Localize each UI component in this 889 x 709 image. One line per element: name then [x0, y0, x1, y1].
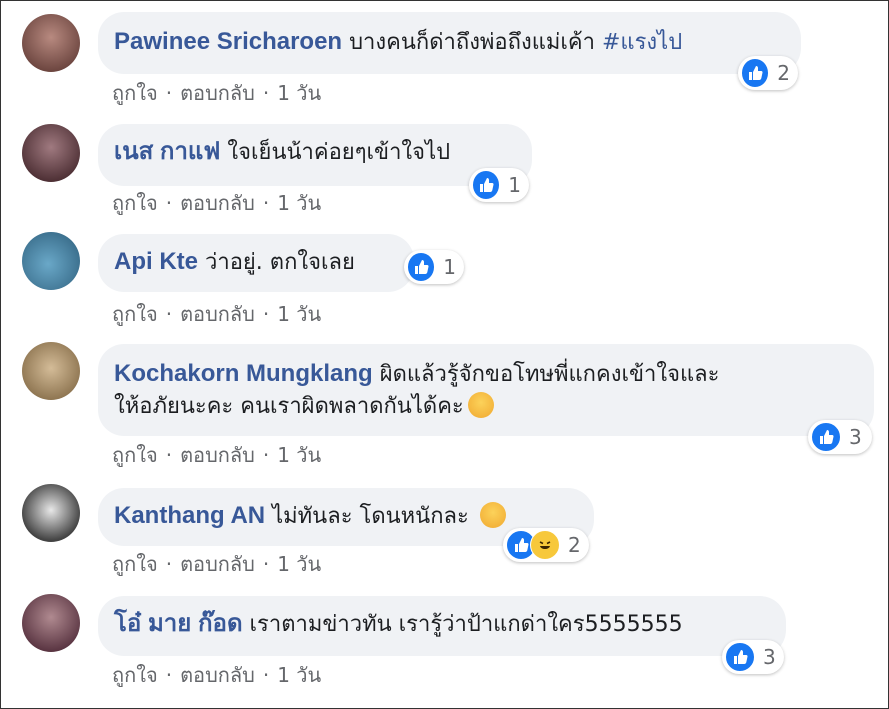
reaction-count: 1	[443, 255, 456, 279]
reaction-summary[interactable]: 3	[808, 420, 872, 454]
comment-text-line2: ให้อภัยนะคะ คนเราผิดพลาดกันได้คะ	[114, 394, 464, 419]
like-link[interactable]: ถูกใจ	[112, 298, 158, 330]
reaction-summary[interactable]: 2	[738, 56, 798, 90]
comment-text: เราตามข่าวทัน เรารู้ว่าป้าแกด่าใคร555555…	[249, 612, 683, 637]
reaction-summary[interactable]: 3	[722, 640, 784, 674]
timestamp-link[interactable]: 1 วัน	[277, 187, 321, 219]
comment-text: บางคนก็ด่าถึงพ่อถึงแม่เค้า	[349, 30, 602, 55]
like-link[interactable]: ถูกใจ	[112, 439, 158, 471]
avatar[interactable]	[22, 14, 80, 72]
like-icon	[472, 170, 501, 200]
grinning-face-icon	[479, 502, 506, 528]
comment-author[interactable]: โอ๋ มาย ก๊อด	[114, 610, 243, 637]
like-link[interactable]: ถูกใจ	[112, 659, 158, 691]
avatar[interactable]	[22, 232, 80, 290]
reaction-count: 3	[763, 645, 776, 669]
avatar[interactable]	[22, 484, 80, 542]
separator: ·	[165, 663, 173, 687]
haha-icon	[530, 530, 560, 560]
reply-link[interactable]: ตอบกลับ	[180, 298, 255, 330]
separator: ·	[262, 552, 270, 576]
reaction-count: 2	[568, 533, 581, 557]
reply-link[interactable]: ตอบกลับ	[180, 439, 255, 471]
reply-link[interactable]: ตอบกลับ	[180, 77, 255, 109]
reaction-count: 1	[508, 173, 521, 197]
comment-actions: ถูกใจ · ตอบกลับ · 1 วัน	[112, 77, 321, 109]
reaction-summary[interactable]: 2	[503, 528, 589, 562]
separator: ·	[262, 443, 270, 467]
timestamp-link[interactable]: 1 วัน	[277, 548, 321, 580]
hashtag-link[interactable]: #แรงไป	[602, 30, 682, 55]
reply-link[interactable]: ตอบกลับ	[180, 659, 255, 691]
comment-author[interactable]: Kochakorn Mungklang	[114, 360, 373, 387]
comment-bubble: Pawinee Sricharoen บางคนก็ด่าถึงพ่อถึงแม…	[98, 12, 801, 74]
timestamp-link[interactable]: 1 วัน	[277, 659, 321, 691]
separator: ·	[165, 81, 173, 105]
separator: ·	[262, 663, 270, 687]
comment-author[interactable]: Pawinee Sricharoen	[114, 28, 342, 55]
timestamp-link[interactable]: 1 วัน	[277, 439, 321, 471]
like-icon	[811, 422, 841, 452]
comment-bubble: เนส กาแฟ ใจเย็นน้าค่อยๆเข้าใจไป	[98, 124, 532, 186]
reaction-count: 3	[849, 425, 862, 449]
comment-text-line1: ผิดแล้วรู้จักขอโทษพี่แกคงเข้าใจและ	[379, 362, 720, 387]
separator: ·	[165, 191, 173, 215]
reply-link[interactable]: ตอบกลับ	[180, 548, 255, 580]
comment-author[interactable]: Kanthang AN	[114, 502, 265, 529]
smiling-face-icon	[467, 392, 494, 418]
like-link[interactable]: ถูกใจ	[112, 548, 158, 580]
comment-bubble: โอ๋ มาย ก๊อด เราตามข่าวทัน เรารู้ว่าป้าแ…	[98, 596, 786, 656]
like-link[interactable]: ถูกใจ	[112, 77, 158, 109]
separator: ·	[165, 443, 173, 467]
timestamp-link[interactable]: 1 วัน	[277, 77, 321, 109]
avatar[interactable]	[22, 342, 80, 400]
avatar[interactable]	[22, 594, 80, 652]
separator: ·	[262, 81, 270, 105]
like-link[interactable]: ถูกใจ	[112, 187, 158, 219]
comment-actions: ถูกใจ · ตอบกลับ · 1 วัน	[112, 298, 321, 330]
reply-link[interactable]: ตอบกลับ	[180, 187, 255, 219]
comment-bubble: Api Kte ว่าอยู่. ตกใจเลย	[98, 234, 414, 292]
reaction-summary[interactable]: 1	[469, 168, 529, 202]
comment-actions: ถูกใจ · ตอบกลับ · 1 วัน	[112, 187, 321, 219]
like-icon	[407, 252, 436, 282]
separator: ·	[262, 302, 270, 326]
reaction-count: 2	[777, 61, 790, 85]
like-icon	[725, 642, 755, 672]
comment-bubble: Kochakorn Mungklang ผิดแล้วรู้จักขอโทษพี…	[98, 344, 874, 436]
comment-actions: ถูกใจ · ตอบกลับ · 1 วัน	[112, 439, 321, 471]
comment-text: ไม่ทันละ โดนหนักละ	[272, 504, 476, 529]
comment-author[interactable]: Api Kte	[114, 248, 198, 275]
reaction-summary[interactable]: 1	[404, 250, 464, 284]
comment-actions: ถูกใจ · ตอบกลับ · 1 วัน	[112, 659, 321, 691]
comment-author[interactable]: เนส กาแฟ	[114, 138, 220, 165]
timestamp-link[interactable]: 1 วัน	[277, 298, 321, 330]
comment-text: ว่าอยู่. ตกใจเลย	[205, 250, 355, 275]
like-icon	[741, 58, 770, 88]
separator: ·	[165, 552, 173, 576]
separator: ·	[165, 302, 173, 326]
separator: ·	[262, 191, 270, 215]
avatar[interactable]	[22, 124, 80, 182]
comment-actions: ถูกใจ · ตอบกลับ · 1 วัน	[112, 548, 321, 580]
comment-text: ใจเย็นน้าค่อยๆเข้าใจไป	[227, 140, 451, 165]
